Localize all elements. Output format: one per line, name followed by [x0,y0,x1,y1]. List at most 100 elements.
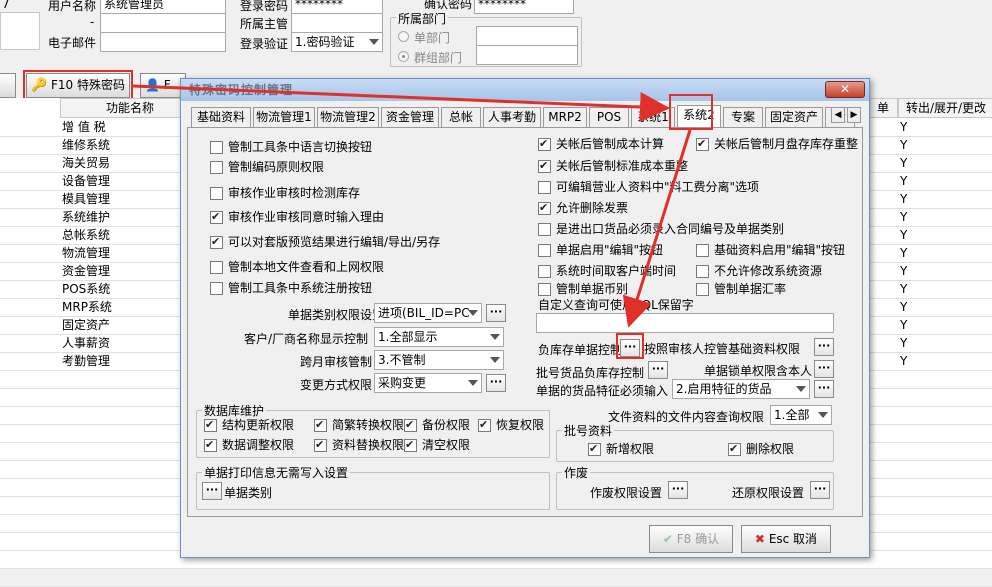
small-toolbar-button[interactable] [0,73,16,98]
db-maint-checkbox[interactable]: 备份权限 [404,417,471,434]
custom-query-field[interactable] [536,313,834,333]
header-function-name: 功能名称 [60,98,200,118]
tab-scroll-left[interactable]: ◀ [831,107,845,123]
left-checkbox[interactable]: 管制工具条中语言切换按钮 [210,140,372,156]
tab-scroll-right[interactable]: ▶ [847,107,861,123]
db-maint-label: 恢复权限 [496,418,545,432]
table-row[interactable]: 考勤管理 [62,352,110,370]
dialog-title: 特殊密码控制管理 [189,83,294,97]
chevron-down-icon [490,357,500,363]
tab-6[interactable]: MRP2 [543,107,587,127]
table-row[interactable]: POS系统 [62,280,110,298]
table-row[interactable]: 系统维护 [62,208,110,226]
table-row[interactable]: 资金管理 [62,262,110,280]
tab-3[interactable]: 资金管理 [381,107,439,127]
cancel-x-icon: ✖ [754,532,765,546]
void-perm-button[interactable]: ··· [668,481,688,499]
tab-4[interactable]: 总帐 [441,107,481,127]
batch-del-perm-checkbox[interactable]: 删除权限 [728,441,794,458]
left-checkbox[interactable]: 审核作业审核同意时输入理由 [210,209,384,226]
dept-field-2[interactable] [476,45,578,65]
login-verify-select[interactable]: 1.密码验证 [291,32,383,52]
db-maint-checkbox[interactable]: 结构更新权限 [204,417,294,434]
user-name-field[interactable]: 系统管理员 [100,0,226,14]
table-row[interactable]: 人事薪资 [62,334,110,352]
email-field[interactable] [100,32,226,52]
tab-1[interactable]: 物流管理1 [253,107,315,127]
right-checkbox[interactable]: 是进出口货品必须录入合同编号及单据类别 [538,222,784,238]
feature-input-more-button[interactable]: ··· [814,380,834,398]
right-checkbox[interactable]: 管制单据汇率 [696,282,786,298]
right-checkbox[interactable]: 关帐后管制月盘存库存重整 [696,136,858,153]
tab-7[interactable]: POS [589,107,629,127]
change-method-more-button[interactable]: ··· [486,374,506,392]
table-row[interactable]: 海关贸易 [62,154,110,172]
left-checkbox[interactable]: 可以对套版预览结果进行编辑/导出/另存 [210,234,440,251]
cancel-button[interactable]: ✖ Esc 取消 [741,525,831,553]
batch-neg-more-button[interactable]: ··· [648,361,668,379]
by-auditor-more-button[interactable]: ··· [814,338,834,356]
close-button[interactable]: ✕ [825,81,865,98]
right-checkbox[interactable]: 系统时间取客户端时间 [538,264,676,280]
tab-2[interactable]: 物流管理2 [317,107,379,127]
tab-5[interactable]: 人事考勤 [483,107,541,127]
restore-perm-button[interactable]: ··· [810,481,830,499]
cust-name-select[interactable]: 1.全部显示 [374,327,504,347]
right-checkbox[interactable]: 关帐后管制标准成本重整 [538,158,688,175]
right-checkbox-label: 管制单据币别 [556,282,629,296]
left-checkbox[interactable]: 管制编码原则权限 [210,160,324,176]
tab-11[interactable]: 固定资产 [765,107,823,127]
db-maint-checkbox[interactable]: 恢复权限 [478,417,545,434]
dept-field-1[interactable] [476,26,578,46]
table-row[interactable]: 固定资产 [62,316,110,334]
table-row[interactable]: 总帐系统 [62,226,110,244]
confirm-button[interactable]: ✔ F8 确认 [649,525,733,553]
table-row[interactable]: 物流管理 [62,244,110,262]
right-checkbox[interactable]: 关帐后管制成本计算 [538,136,664,153]
confirm-pwd-field[interactable]: ******** [474,0,574,14]
print-doc-type-label: 单据类别 [224,486,273,500]
db-maint-checkbox[interactable]: 资料替换权限 [314,437,404,454]
right-checkbox-label: 不允许修改系统资源 [714,264,823,278]
left-checkbox[interactable]: 管制工具条中系统注册按钮 [210,281,372,297]
left-checkbox[interactable]: 管制本地文件查看和上网权限 [210,260,384,276]
cross-month-select[interactable]: 3.不管制 [374,350,504,370]
tab-10[interactable]: 专案 [723,107,763,127]
table-row[interactable]: 维修系统 [62,136,110,154]
right-checkbox[interactable]: 单据启用"编辑"按钮 [538,243,663,259]
feature-input-select[interactable]: 2.启用特征的货品 [672,379,810,399]
check-icon: ✔ [662,532,673,546]
db-maint-checkbox[interactable]: 简繁转换权限 [314,417,405,434]
right-checkbox[interactable]: 允许删除发票 [538,200,628,217]
db-maint-checkbox[interactable]: 清空权限 [404,437,470,454]
file-query-select[interactable]: 1.全部 [770,405,832,425]
batch-add-perm-checkbox[interactable]: 新增权限 [588,441,654,458]
doc-type-perm-select[interactable]: 进项(BIL_ID=PC [374,303,482,323]
doc-type-perm-more-button[interactable]: ··· [486,304,506,322]
batch-data-title: 批号资料 [562,422,615,439]
right-checkbox[interactable]: 不允许修改系统资源 [696,264,822,280]
left-checkbox[interactable]: 审核作业审核时检测库存 [210,186,360,202]
group-dept-radio[interactable] [398,51,409,62]
table-row[interactable]: MRP系统 [62,298,112,316]
db-maint-label: 备份权限 [422,418,471,432]
table-row[interactable]: 模具管理 [62,190,110,208]
dept-group-title: 所属部门 [396,10,449,27]
dash-field[interactable] [100,13,226,33]
db-maint-label: 简繁转换权限 [332,418,405,432]
dialog-titlebar: 特殊密码控制管理 [181,79,869,101]
table-row[interactable]: 设备管理 [62,172,110,190]
print-doc-type-button[interactable]: ··· [202,482,222,500]
table-row[interactable]: 增 值 税 [62,118,106,136]
login-pwd-field[interactable]: ******** [291,0,383,14]
right-checkbox[interactable]: 可编辑营业人资料中"料工费分离"选项 [538,180,759,196]
single-dept-radio[interactable] [398,31,409,42]
change-method-select[interactable]: 采购变更 [374,373,482,393]
right-checkbox[interactable]: 基础资料启用"编辑"按钮 [696,243,845,259]
supervisor-field[interactable] [291,13,383,33]
cross-month-label: 跨月审核管制 [300,355,373,369]
yes-value: Y [900,138,908,152]
doc-lock-more-button[interactable]: ··· [814,360,834,378]
db-maint-checkbox[interactable]: 数据调整权限 [204,437,294,454]
tab-0[interactable]: 基础资料 [191,107,251,127]
